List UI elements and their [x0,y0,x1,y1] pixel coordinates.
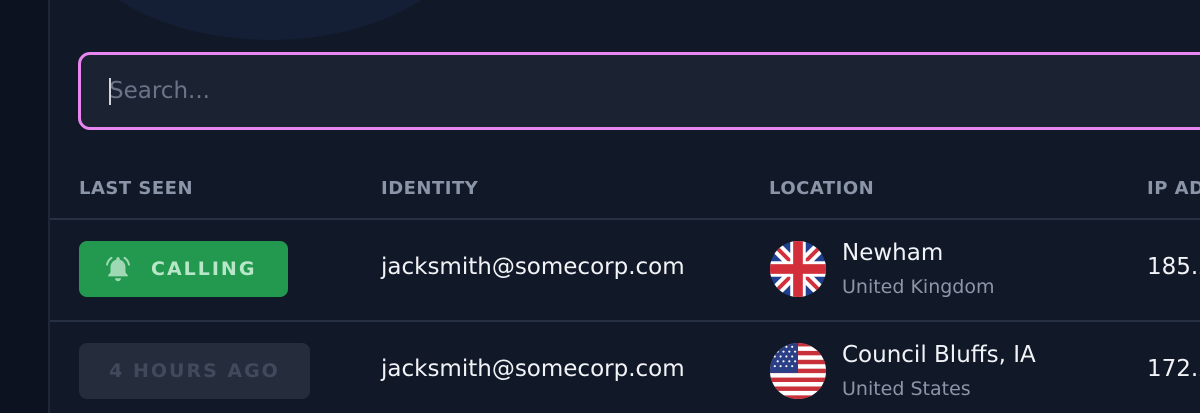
column-header-last-seen[interactable]: LAST SEEN [79,178,193,199]
table-row[interactable]: CALLING jacksmith@somecorp.com Newham Un… [50,218,1200,320]
background-glow [60,0,480,40]
column-header-ip-address[interactable]: IP AD [1147,178,1200,199]
location-country: United Kingdom [842,276,995,298]
identity-email: jacksmith@somecorp.com [381,356,685,382]
status-badge-last-seen: 4 HOURS AGO [79,343,310,399]
text-caret [109,78,111,105]
location-country: United States [842,378,971,400]
us-flag-icon [769,342,827,400]
location-city: Newham [842,240,944,266]
ip-address: 172.2 [1147,356,1200,382]
bell-icon [106,256,130,282]
column-header-identity[interactable]: IDENTITY [381,178,478,199]
sidebar-rail [0,0,48,413]
status-label: CALLING [151,258,257,280]
table-row[interactable]: 4 HOURS AGO jacksmith@somecorp.com Counc… [50,320,1200,413]
uk-flag-icon [769,240,827,298]
search-input[interactable] [109,55,1200,127]
search-box[interactable] [78,52,1200,130]
identity-email: jacksmith@somecorp.com [381,254,685,280]
status-badge-calling: CALLING [79,241,288,297]
location-city: Council Bluffs, IA [842,342,1036,368]
column-header-location[interactable]: LOCATION [769,178,874,199]
table-header: LAST SEEN IDENTITY LOCATION IP AD [50,160,1200,218]
status-label: 4 HOURS AGO [109,360,280,382]
page: LAST SEEN IDENTITY LOCATION IP AD CALLIN… [0,0,1200,413]
ip-address: 185.2 [1147,254,1200,280]
